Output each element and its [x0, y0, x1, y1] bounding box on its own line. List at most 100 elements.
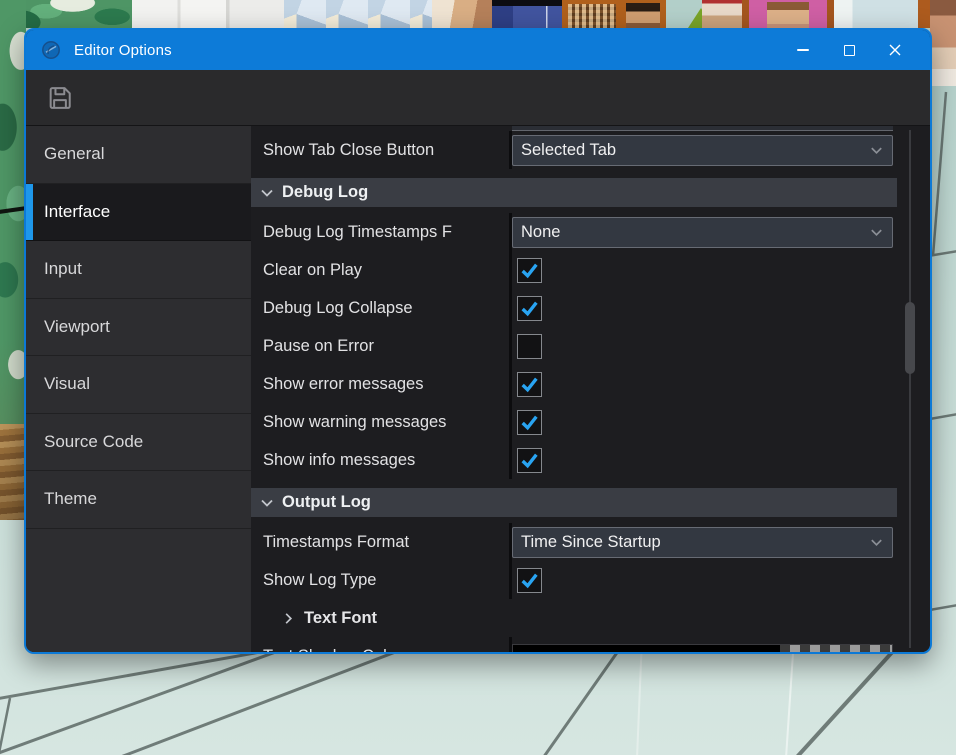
sidebar-item-general[interactable]: General: [26, 126, 251, 184]
window-title: Editor Options: [74, 42, 172, 59]
screen: Editor Options: [0, 0, 956, 755]
window-titlebar[interactable]: Editor Options: [26, 30, 930, 70]
property-value: [509, 251, 930, 289]
editor-options-window: Editor Options: [24, 28, 932, 654]
check-icon: [519, 298, 540, 319]
property-row-clear-on-play: Clear on Play: [251, 251, 930, 289]
alpha-checkerboard: [780, 645, 892, 652]
dropdown-value: Time Since Startup: [521, 533, 869, 552]
check-icon: [519, 374, 540, 395]
sidebar: General Interface Input Viewport Visual Sourc…: [26, 126, 251, 652]
property-row-show-warning-messages: Show warning messages: [251, 403, 930, 441]
property-value: [509, 561, 930, 599]
dropdown-timestamps-format[interactable]: Time Since Startup: [512, 527, 893, 558]
dropdown-value: Selected Tab: [521, 141, 869, 160]
sidebar-item-label: Theme: [44, 489, 97, 509]
property-row-show-log-type: Show Log Type: [251, 561, 930, 599]
checkbox-show-warning-messages[interactable]: [517, 410, 542, 435]
property-value: [509, 289, 930, 327]
checkbox-show-error-messages[interactable]: [517, 372, 542, 397]
property-row-text-shadow-color: Text Shadow Color: [251, 637, 930, 652]
sidebar-item-visual[interactable]: Visual: [26, 356, 251, 414]
section-header-output-log[interactable]: Output Log: [251, 488, 897, 517]
checkbox-show-info-messages[interactable]: [517, 448, 542, 473]
property-row-debug-log-collapse: Debug Log Collapse: [251, 289, 930, 327]
sidebar-item-label: Visual: [44, 374, 90, 394]
close-icon: [888, 43, 902, 57]
section-header-debug-log[interactable]: Debug Log: [251, 178, 897, 207]
checkbox-show-log-type[interactable]: [517, 568, 542, 593]
window-body: General Interface Input Viewport Visual Sourc…: [26, 126, 930, 652]
sidebar-item-label: General: [44, 144, 104, 164]
sidebar-item-interface[interactable]: Interface: [26, 184, 251, 242]
check-icon: [519, 412, 540, 433]
minimize-button[interactable]: [780, 30, 826, 70]
scrollbar-thumb[interactable]: [905, 302, 915, 374]
close-button[interactable]: [872, 30, 918, 70]
property-row-show-error-messages: Show error messages: [251, 365, 930, 403]
property-label: Show Log Type: [251, 571, 509, 590]
dropdown-value: None: [521, 223, 869, 242]
property-label: Show warning messages: [251, 413, 509, 432]
chevron-down-icon: [869, 225, 884, 240]
check-icon: [519, 570, 540, 591]
property-row-show-info-messages: Show info messages: [251, 441, 930, 479]
sidebar-item-viewport[interactable]: Viewport: [26, 299, 251, 357]
chevron-down-icon: [869, 535, 884, 550]
property-value: [509, 327, 930, 365]
property-value: Selected Tab: [509, 131, 930, 169]
property-label: Debug Log Timestamps F: [251, 223, 509, 242]
sidebar-item-label: Source Code: [44, 432, 143, 452]
section-label: Output Log: [282, 493, 371, 512]
minimize-icon: [797, 49, 809, 51]
maximize-button[interactable]: [826, 30, 872, 70]
property-row-debug-log-timestamps-f: Debug Log Timestamps F None: [251, 213, 930, 251]
save-button[interactable]: [42, 80, 78, 116]
sidebar-item-input[interactable]: Input: [26, 241, 251, 299]
property-label: Timestamps Format: [251, 533, 509, 552]
settings-panel: Show Tab Close Button Selected Tab Debug L…: [251, 126, 930, 652]
flax-logo-icon: [40, 39, 62, 61]
color-picker-text-shadow-color[interactable]: [512, 644, 893, 652]
sidebar-item-label: Interface: [44, 202, 110, 222]
property-value: [509, 403, 930, 441]
property-value: [509, 365, 930, 403]
window-toolbar: [26, 70, 930, 126]
dropdown-show-tab-close-button[interactable]: Selected Tab: [512, 135, 893, 166]
property-row-timestamps-format: Timestamps Format Time Since Startup: [251, 523, 930, 561]
property-value: [509, 637, 930, 652]
chevron-down-icon: [869, 143, 884, 158]
chevron-down-icon: [259, 185, 275, 201]
group-label: Text Font: [304, 609, 377, 628]
section-label: Debug Log: [282, 183, 368, 202]
chevron-right-icon: [281, 611, 296, 626]
property-label: Text Shadow Color: [251, 647, 509, 653]
checkbox-debug-log-collapse[interactable]: [517, 296, 542, 321]
property-value: [509, 441, 930, 479]
group-row-text-font[interactable]: Text Font: [251, 599, 930, 637]
chevron-down-icon: [259, 495, 275, 511]
checkbox-pause-on-error[interactable]: [517, 334, 542, 359]
property-value: Time Since Startup: [509, 523, 930, 561]
property-row-show-tab-close-button: Show Tab Close Button Selected Tab: [251, 131, 930, 169]
property-label: Show error messages: [251, 375, 509, 394]
scrollbar[interactable]: [905, 126, 915, 652]
property-label: Debug Log Collapse: [251, 299, 509, 318]
check-icon: [519, 450, 540, 471]
property-row-pause-on-error: Pause on Error: [251, 327, 930, 365]
sidebar-item-label: Input: [44, 259, 82, 279]
property-label: Show Tab Close Button: [251, 141, 509, 160]
sidebar-item-theme[interactable]: Theme: [26, 471, 251, 529]
maximize-icon: [844, 45, 855, 56]
check-icon: [519, 260, 540, 281]
dropdown-debug-log-timestamps-f[interactable]: None: [512, 217, 893, 248]
floppy-disk-icon: [44, 82, 76, 114]
property-label: Pause on Error: [251, 337, 509, 356]
window-controls: [780, 30, 918, 70]
property-value: None: [509, 213, 930, 251]
checkbox-clear-on-play[interactable]: [517, 258, 542, 283]
sidebar-item-source-code[interactable]: Source Code: [26, 414, 251, 472]
color-solid: [513, 645, 780, 652]
sidebar-item-label: Viewport: [44, 317, 110, 337]
property-label: Show info messages: [251, 451, 509, 470]
